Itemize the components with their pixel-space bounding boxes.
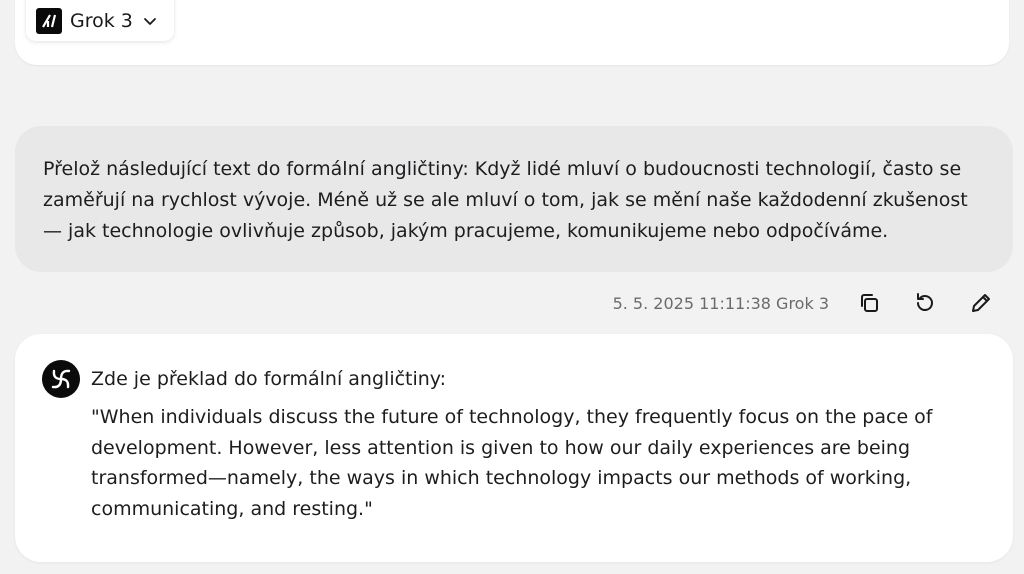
regenerate-icon <box>917 293 933 311</box>
message-meta-row: 5. 5. 2025 11:11:38 Grok 3 <box>613 286 1009 320</box>
copy-button[interactable] <box>841 286 897 320</box>
grok-swirl-icon <box>51 369 71 389</box>
assistant-message-card: Zde je překlad do formální angličtiny: "… <box>15 334 1013 562</box>
edit-button[interactable] <box>953 286 1009 320</box>
assistant-translation-text: "When individuals discuss the future of … <box>91 406 933 520</box>
model-tag: Grok 3 <box>776 293 829 313</box>
edit-icon <box>972 294 990 312</box>
grok-logo-icon <box>36 7 62 34</box>
user-message-bubble: Přelož následující text do formální angl… <box>15 126 1013 272</box>
chevron-down-icon <box>143 14 157 28</box>
assistant-avatar <box>42 360 80 398</box>
timestamp-value: 5. 5. 2025 11:11:38 <box>612 293 771 313</box>
assistant-intro-text: Zde je překlad do formální angličtiny: <box>91 368 447 390</box>
model-selector[interactable]: Grok 3 <box>26 0 174 41</box>
regenerate-button[interactable] <box>897 286 953 320</box>
message-timestamp: 5. 5. 2025 11:11:38 Grok 3 <box>613 294 829 313</box>
copy-icon <box>861 294 878 312</box>
model-name-label: Grok 3 <box>70 9 133 32</box>
user-message-text: Přelož následující text do formální angl… <box>43 158 968 242</box>
